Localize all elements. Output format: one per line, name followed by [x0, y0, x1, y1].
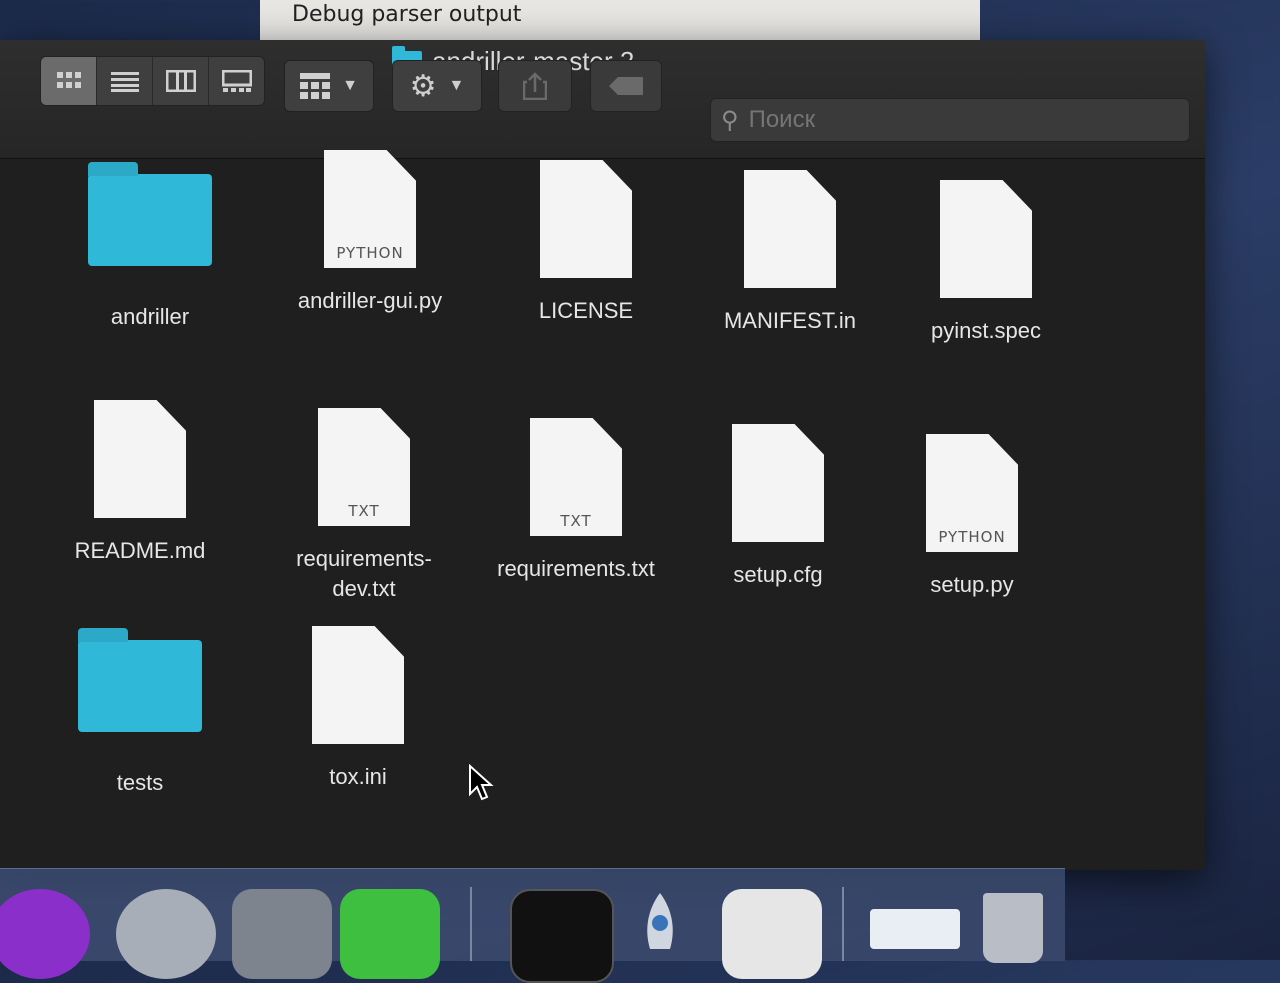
file-item-andriller-gui-py[interactable]: PYTHON andriller-gui.py — [270, 150, 470, 316]
document-icon — [312, 626, 404, 744]
text-file-icon: TXT — [530, 418, 622, 536]
file-label: andriller-gui.py — [297, 288, 443, 313]
tag-icon — [609, 77, 643, 95]
document-icon — [94, 400, 186, 518]
search-field[interactable]: ⚲ — [710, 98, 1190, 142]
search-input[interactable] — [746, 105, 1151, 135]
file-item-tests[interactable]: tests — [40, 626, 240, 798]
file-label: requirements.txt — [497, 556, 655, 581]
columns-icon — [165, 70, 196, 92]
file-item-pyinst-spec[interactable]: pyinst.spec — [886, 180, 1086, 346]
document-icon — [940, 180, 1032, 298]
folder-icon — [78, 628, 202, 732]
file-item-setup-cfg[interactable]: setup.cfg — [678, 424, 878, 590]
search-icon: ⚲ — [721, 106, 739, 134]
dock-separator — [470, 887, 472, 961]
file-label: setup.cfg — [733, 562, 823, 587]
file-badge: TXT — [348, 502, 380, 520]
file-label-line: requirements- — [296, 546, 432, 571]
view-mode-segment — [40, 56, 265, 106]
podcasts-app-icon[interactable] — [0, 889, 90, 979]
downloads-stack-icon[interactable] — [870, 889, 970, 979]
file-item-readme[interactable]: README.md — [40, 400, 240, 566]
dock-separator — [842, 887, 844, 961]
background-window-text: Debug parser output — [292, 2, 522, 27]
file-label: README.md — [74, 538, 206, 563]
file-label: requirements- dev.txt — [264, 544, 464, 604]
icon-view-button[interactable] — [41, 57, 97, 105]
app-icon[interactable] — [116, 889, 216, 979]
file-badge: PYTHON — [938, 528, 1006, 546]
finder-window: andriller-master 2 ▼ ⚙ — [0, 40, 1205, 870]
file-item-manifest[interactable]: MANIFEST.in — [690, 170, 890, 336]
toolbar: andriller-master 2 ▼ ⚙ — [0, 40, 1205, 159]
action-menu-button[interactable]: ⚙ ▼ — [392, 60, 482, 112]
idle-icon[interactable] — [722, 889, 822, 979]
file-badge: TXT — [560, 512, 592, 530]
trash-icon[interactable] — [975, 889, 1075, 979]
file-label-line: dev.txt — [332, 576, 396, 601]
file-item-license[interactable]: LICENSE — [486, 160, 686, 326]
group-grid-icon — [300, 73, 331, 99]
file-item-requirements[interactable]: TXT requirements.txt — [476, 418, 676, 584]
tag-button[interactable] — [590, 60, 662, 112]
column-view-button[interactable] — [153, 57, 209, 105]
file-label: pyinst.spec — [930, 318, 1042, 343]
file-label: tox.ini — [329, 764, 387, 789]
file-badge: PYTHON — [336, 244, 404, 262]
chevron-down-icon: ▼ — [448, 77, 465, 94]
android-file-transfer-icon[interactable] — [340, 889, 440, 979]
document-icon — [540, 160, 632, 278]
python-launcher-icon[interactable] — [620, 889, 720, 979]
folder-icon — [88, 162, 212, 266]
mouse-cursor-icon — [469, 764, 494, 801]
file-item-andriller[interactable]: andriller — [50, 160, 250, 332]
document-icon — [732, 424, 824, 542]
file-label: setup.py — [930, 572, 1014, 597]
file-label: tests — [116, 770, 164, 795]
terminal-icon[interactable] — [510, 889, 614, 983]
group-by-button[interactable]: ▼ — [284, 60, 374, 112]
gallery-view-button[interactable] — [209, 57, 264, 105]
python-file-icon: PYTHON — [926, 434, 1018, 552]
dock — [0, 868, 1065, 983]
file-grid: andriller PYTHON andriller-gui.py LICENS… — [30, 150, 1205, 870]
python-file-icon: PYTHON — [324, 150, 416, 268]
share-button[interactable] — [498, 60, 572, 112]
grid-icon — [56, 72, 81, 88]
gear-icon: ⚙ — [409, 69, 437, 103]
list-view-button[interactable] — [97, 57, 153, 105]
file-label: MANIFEST.in — [723, 308, 857, 333]
share-icon — [523, 72, 547, 100]
document-icon — [744, 170, 836, 288]
system-preferences-icon[interactable] — [232, 889, 332, 979]
list-icon — [110, 72, 139, 92]
file-label: andriller — [110, 304, 190, 329]
file-item-setup-py[interactable]: PYTHON setup.py — [872, 434, 1072, 600]
file-item-requirements-dev[interactable]: TXT requirements- dev.txt — [264, 408, 464, 604]
file-item-tox-ini[interactable]: tox.ini — [258, 626, 458, 792]
rocket-icon — [647, 893, 673, 949]
file-label: LICENSE — [538, 298, 634, 323]
gallery-icon — [221, 70, 252, 92]
chevron-down-icon: ▼ — [342, 77, 358, 94]
text-file-icon: TXT — [318, 408, 410, 526]
